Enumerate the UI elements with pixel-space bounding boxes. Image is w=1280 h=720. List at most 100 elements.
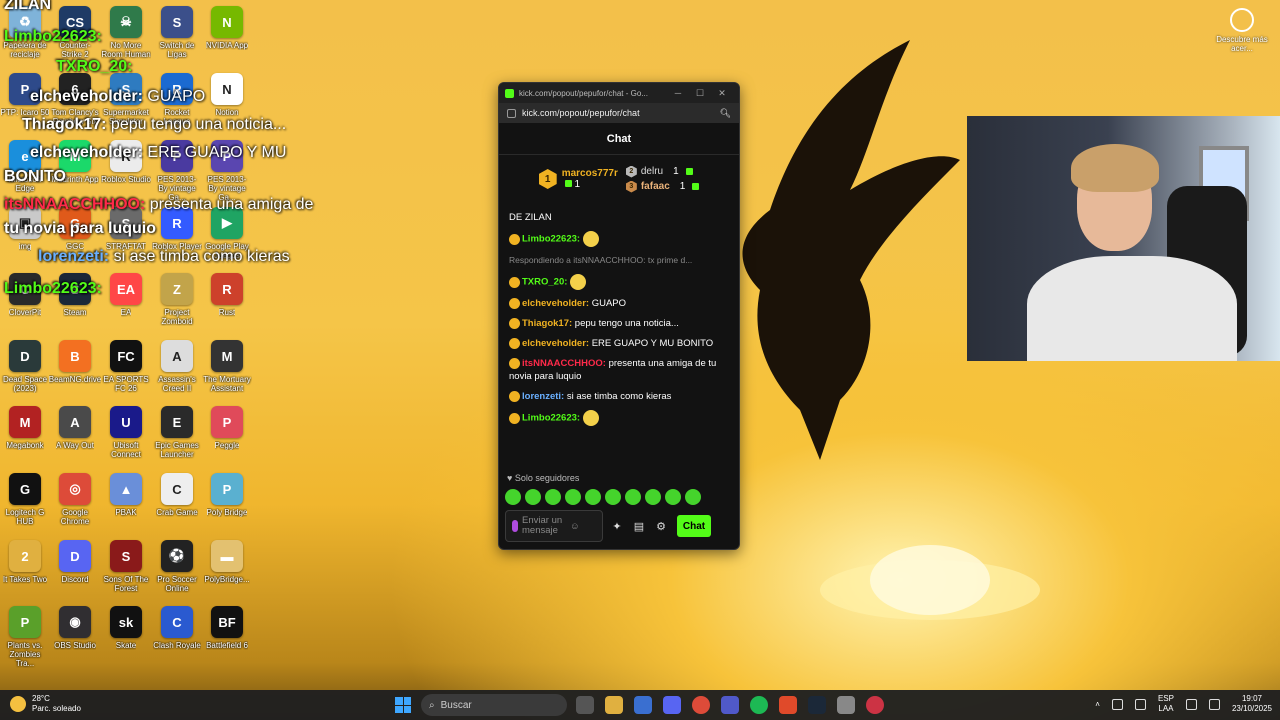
desktop-icon[interactable]: D Dead Space (2023) bbox=[0, 340, 50, 406]
store-icon[interactable] bbox=[634, 696, 652, 714]
settings-gear-icon[interactable]: ⚙ bbox=[653, 520, 669, 533]
discord-taskbar-icon[interactable] bbox=[663, 696, 681, 714]
chevron-up-icon[interactable]: ˄ bbox=[1095, 700, 1100, 709]
site-info-icon[interactable] bbox=[507, 108, 516, 118]
chat-message-list[interactable]: DE ZILAN Limbo22623: Respondiendo a itsNN… bbox=[499, 211, 739, 471]
chat-message[interactable]: lorenzeti: si ase timba como kieras bbox=[509, 390, 731, 403]
desktop-icon[interactable]: ◎ Google Chrome bbox=[50, 473, 100, 539]
desktop-icon[interactable]: ▬ PolyBridge... bbox=[202, 540, 252, 606]
desktop-icon[interactable]: M Modrinth App bbox=[50, 140, 100, 206]
chat-message[interactable]: TXRO_20: bbox=[509, 274, 731, 290]
close-icon[interactable]: ✕ bbox=[711, 88, 733, 99]
desktop-icon[interactable]: N Notion bbox=[202, 73, 252, 139]
send-chat-button[interactable]: Chat bbox=[677, 515, 711, 537]
desktop-icon[interactable]: B BeamNG.drive bbox=[49, 340, 101, 406]
desktop-icon[interactable]: ▶ Google Play Juegos bbox=[202, 207, 252, 273]
app-taskbar-icon[interactable] bbox=[779, 696, 797, 714]
desktop-icon[interactable]: D Discord bbox=[50, 540, 100, 606]
emote-icon[interactable] bbox=[565, 489, 581, 505]
desktop-icon[interactable]: R Roblox Player bbox=[152, 207, 202, 273]
emote-icon[interactable] bbox=[665, 489, 681, 505]
file-explorer-icon[interactable] bbox=[605, 696, 623, 714]
emote-icon[interactable] bbox=[585, 489, 601, 505]
chat-message[interactable]: Thiagok17: pepu tengo una noticia... bbox=[509, 317, 731, 330]
desktop-icon[interactable]: A Assassin's Creed II bbox=[152, 340, 202, 406]
chest-icon[interactable]: ▤ bbox=[631, 520, 647, 533]
language-indicator[interactable]: ESP LAA bbox=[1158, 694, 1174, 714]
clock[interactable]: 19:07 23/10/2025 bbox=[1232, 694, 1272, 714]
chat-message[interactable]: itsNNAACCHHOO: presenta una amiga de tu … bbox=[509, 357, 731, 383]
desktop-icon[interactable]: E Epic Games Launcher bbox=[152, 406, 202, 472]
emote-icon[interactable] bbox=[505, 489, 521, 505]
discover-widget[interactable]: Descubre más acer... bbox=[1212, 8, 1272, 64]
desktop-icon[interactable]: BF Battlefield 6 bbox=[202, 606, 252, 672]
desktop-icon[interactable]: EA EA bbox=[101, 273, 151, 339]
desktop-icon[interactable]: ☠ No More Room Human bbox=[101, 6, 151, 72]
start-button[interactable] bbox=[395, 697, 411, 713]
window-titlebar[interactable]: kick.com/popout/pepufor/chat - Go... ─ ☐… bbox=[499, 83, 739, 103]
chat-username[interactable]: Limbo22623: bbox=[522, 413, 580, 424]
leader-third-name[interactable]: fafaac bbox=[641, 181, 670, 192]
emoji-icon[interactable]: ☺ bbox=[570, 521, 580, 532]
chat-username[interactable]: itsNNAACCHHOO: bbox=[522, 358, 606, 369]
chrome-taskbar-icon[interactable] bbox=[692, 696, 710, 714]
desktop-icon[interactable]: R Rocket League bbox=[152, 73, 202, 139]
network-icon[interactable] bbox=[1111, 698, 1123, 710]
steam-taskbar-icon[interactable] bbox=[808, 696, 826, 714]
desktop-icon[interactable]: Z Project Zomboid bbox=[152, 273, 202, 339]
chat-username[interactable]: Limbo22623: bbox=[522, 234, 580, 245]
desktop-icon[interactable]: G Logitech G HUB bbox=[0, 473, 50, 539]
desktop-icon[interactable]: CS Counter-Strike 2 bbox=[50, 6, 100, 72]
leader-first-name[interactable]: marcos777r bbox=[562, 168, 618, 179]
desktop-icon[interactable]: P PES 2013- By vintage Ga... bbox=[202, 140, 252, 206]
taskbar-search[interactable]: ⌕ Buscar bbox=[421, 694, 567, 716]
desktop-icon[interactable]: S Sons Of The Forest bbox=[101, 540, 151, 606]
chat-username[interactable]: TXRO_20: bbox=[522, 277, 567, 288]
desktop-icon[interactable]: S Switch de Ligas bbox=[152, 6, 202, 72]
settings-taskbar-icon[interactable] bbox=[837, 696, 855, 714]
desktop-icon[interactable]: ♻ Papelera de reciclaje bbox=[0, 6, 50, 72]
desktop-icon[interactable]: ◉ OBS Studio bbox=[50, 606, 100, 672]
emote-icon[interactable] bbox=[645, 489, 661, 505]
desktop-icon[interactable]: 6 Tom Clancy's Rainbow Six bbox=[50, 73, 100, 139]
obs-taskbar-icon[interactable] bbox=[866, 696, 884, 714]
microphone-icon[interactable] bbox=[512, 520, 518, 532]
chat-message[interactable]: DE ZILAN bbox=[509, 211, 731, 224]
desktop-icon[interactable]: P Plants vs. Zombies Tra... bbox=[0, 606, 50, 672]
volume-icon[interactable] bbox=[1208, 698, 1220, 710]
desktop-icon[interactable]: R Rust bbox=[202, 273, 252, 339]
desktop-icon[interactable]: M Megabonk bbox=[0, 406, 50, 472]
desktop-icon[interactable]: A A Way Out bbox=[50, 406, 100, 472]
desktop-icon[interactable]: 2 It Takes Two bbox=[0, 540, 50, 606]
desktop-icon[interactable]: ⚽ Pro Soccer Online bbox=[152, 540, 202, 606]
desktop-icon[interactable]: sk Skate bbox=[101, 606, 151, 672]
teams-taskbar-icon[interactable] bbox=[721, 696, 739, 714]
desktop-icon[interactable]: C Clash Royale bbox=[152, 606, 202, 672]
chat-username[interactable]: Thiagok17: bbox=[522, 318, 572, 329]
desktop-icon[interactable]: C CloverPit bbox=[0, 273, 50, 339]
desktop-icon[interactable]: R Roblox Studio bbox=[101, 140, 151, 206]
chat-username[interactable]: lorenzeti: bbox=[522, 391, 564, 402]
chat-message[interactable]: elcheveholder: GUAPO bbox=[509, 297, 731, 310]
desktop-icon[interactable]: ▣ img bbox=[0, 207, 50, 273]
desktop-icon[interactable]: S STRAFTAT bbox=[101, 207, 151, 273]
desktop-icon[interactable]: P Peggle bbox=[202, 406, 252, 472]
desktop-icon[interactable]: S Steam bbox=[50, 273, 100, 339]
desktop-icon[interactable]: N NVIDIA App bbox=[202, 6, 252, 72]
emote-icon[interactable] bbox=[685, 489, 701, 505]
bing-discover-icon[interactable] bbox=[1230, 8, 1254, 32]
task-view-icon[interactable] bbox=[576, 696, 594, 714]
chat-popout-window[interactable]: kick.com/popout/pepufor/chat - Go... ─ ☐… bbox=[498, 82, 740, 550]
chat-message-input[interactable]: Enviar un mensaje ☺ bbox=[505, 510, 603, 542]
emote-icon[interactable] bbox=[605, 489, 621, 505]
emote-icon[interactable] bbox=[525, 489, 541, 505]
emote-quickbar[interactable] bbox=[505, 489, 701, 505]
chat-message[interactable]: Limbo22623: bbox=[509, 410, 731, 426]
desktop-icon[interactable]: P Poly Bridge bbox=[202, 473, 252, 539]
leader-second-name[interactable]: delru bbox=[641, 166, 663, 177]
desktop-icon[interactable]: ▲ PBAK bbox=[101, 473, 151, 539]
spotify-taskbar-icon[interactable] bbox=[750, 696, 768, 714]
desktop-icon[interactable]: G GGC bbox=[50, 207, 100, 273]
desktop-icon[interactable]: S Supermarket Simulator bbox=[101, 73, 151, 139]
chat-username[interactable]: elcheveholder: bbox=[522, 338, 589, 349]
